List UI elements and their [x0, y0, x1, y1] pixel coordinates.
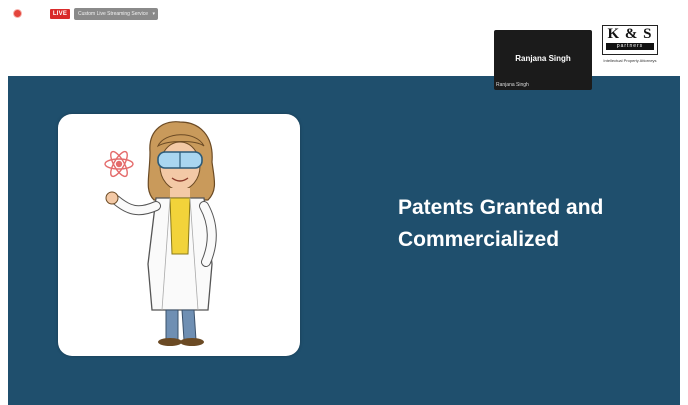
participant-video-tile[interactable]: Ranjana Singh Ranjana Singh	[494, 30, 592, 90]
scientist-drawing	[104, 121, 217, 346]
participant-name-label: Ranjana Singh	[496, 82, 529, 88]
logo-main-text: K & S	[607, 26, 653, 42]
chevron-down-icon: ▾	[152, 11, 155, 17]
logo-tagline: Intellectual Property Attorneys	[603, 58, 657, 63]
company-logo: K & S partners	[602, 25, 658, 55]
atom-icon	[104, 150, 134, 178]
participant-display-name: Ranjana Singh	[515, 54, 571, 63]
live-streaming-label: Custom Live Streaming Service	[78, 11, 149, 17]
live-badge[interactable]: LIVE	[50, 9, 70, 19]
live-streaming-dropdown[interactable]: Custom Live Streaming Service ▾	[74, 8, 158, 20]
slide-title: Patents Granted and Commercialized	[398, 192, 658, 256]
slide-title-line-2: Commercialized	[398, 228, 560, 251]
recording-dot-icon[interactable]	[14, 10, 21, 17]
slide-title-line-1: Patents Granted and	[398, 196, 604, 219]
scientist-illustration	[58, 114, 300, 356]
logo-sub-text: partners	[606, 43, 654, 50]
